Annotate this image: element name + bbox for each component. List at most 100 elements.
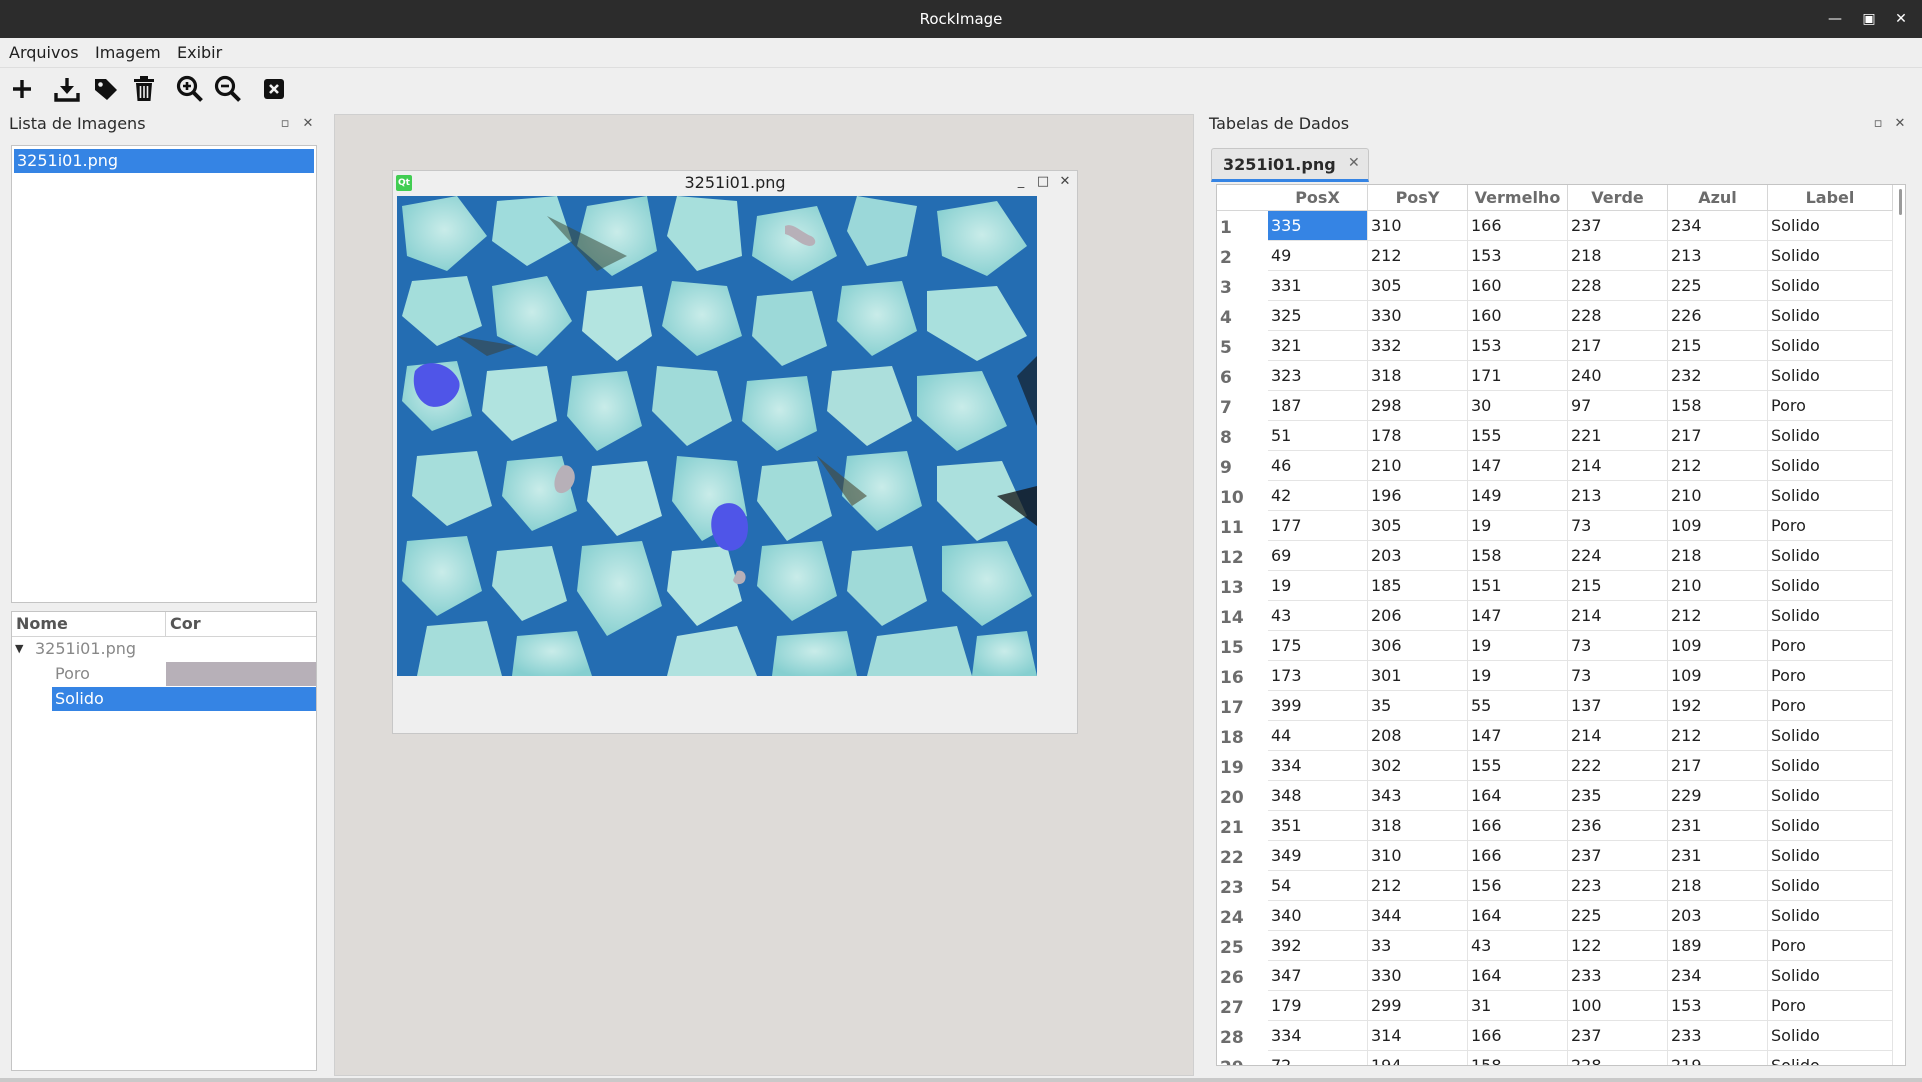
dock-close-icon[interactable]: ✕: [1892, 116, 1908, 132]
table-cell[interactable]: 166: [1468, 811, 1568, 841]
table-cell[interactable]: 42: [1268, 481, 1368, 511]
row-number[interactable]: 25: [1217, 931, 1267, 961]
table-cell[interactable]: 335: [1268, 211, 1368, 241]
table-cell[interactable]: 332: [1368, 331, 1468, 361]
table-cell[interactable]: 228: [1568, 301, 1668, 331]
menu-imagem[interactable]: Imagem: [95, 43, 161, 62]
table-cell[interactable]: 229: [1668, 781, 1768, 811]
table-cell[interactable]: Solido: [1768, 241, 1893, 271]
table-cell[interactable]: 237: [1568, 1021, 1668, 1051]
table-cell[interactable]: 179: [1268, 991, 1368, 1021]
tree-root-row[interactable]: ▼ 3251i01.png: [12, 637, 316, 661]
table-cell[interactable]: 49: [1268, 241, 1368, 271]
table-cell[interactable]: 19: [1468, 631, 1568, 661]
table-row[interactable]: 2972194158228219Solido: [1217, 1051, 1905, 1065]
table-cell[interactable]: Poro: [1768, 391, 1893, 421]
table-cell[interactable]: 340: [1268, 901, 1368, 931]
table-cell[interactable]: 232: [1668, 361, 1768, 391]
trash-icon[interactable]: [128, 73, 160, 105]
table-cell[interactable]: 109: [1668, 661, 1768, 691]
table-cell[interactable]: 223: [1568, 871, 1668, 901]
download-icon[interactable]: [51, 73, 83, 105]
table-cell[interactable]: 233: [1668, 1021, 1768, 1051]
table-cell[interactable]: Solido: [1768, 361, 1893, 391]
table-row[interactable]: 4 325 330 160 228 226 Solido: [1217, 301, 1905, 331]
row-number[interactable]: 28: [1217, 1021, 1267, 1051]
table-row[interactable]: 26 347 330 164 233 234 Solido: [1217, 961, 1905, 991]
table-row[interactable]: 17 399 35 55 137 192 Poro: [1217, 691, 1905, 721]
table-cell[interactable]: 43: [1468, 931, 1568, 961]
subwindow-close-icon[interactable]: ✕: [1057, 174, 1073, 190]
table-cell[interactable]: 151: [1468, 571, 1568, 601]
table-cell[interactable]: 233: [1568, 961, 1668, 991]
table-cell[interactable]: 234: [1668, 961, 1768, 991]
table-row[interactable]: 27 179 299 31 100 153 Poro: [1217, 991, 1905, 1021]
table-cell[interactable]: 19: [1468, 661, 1568, 691]
table-cell[interactable]: 210: [1668, 481, 1768, 511]
table-cell[interactable]: 158: [1468, 541, 1568, 571]
table-cell[interactable]: 109: [1668, 631, 1768, 661]
table-cell[interactable]: Solido: [1768, 901, 1893, 931]
menu-exibir[interactable]: Exibir: [177, 43, 222, 62]
table-cell[interactable]: 212: [1668, 451, 1768, 481]
row-number[interactable]: 5: [1217, 331, 1267, 361]
table-cell[interactable]: 334: [1268, 751, 1368, 781]
table-cell[interactable]: Solido: [1768, 271, 1893, 301]
table-cell[interactable]: 166: [1468, 1021, 1568, 1051]
table-cell[interactable]: 306: [1368, 631, 1468, 661]
table-cell[interactable]: Poro: [1768, 631, 1893, 661]
table-cell[interactable]: 210: [1668, 571, 1768, 601]
table-cell[interactable]: 305: [1368, 271, 1468, 301]
table-row[interactable]: 3 331 305 160 228 225 Solido: [1217, 271, 1905, 301]
table-cell[interactable]: 158: [1468, 1051, 1568, 1065]
table-cell[interactable]: 203: [1368, 541, 1468, 571]
table-cell[interactable]: 185: [1368, 571, 1468, 601]
column-header-azul[interactable]: Azul: [1668, 185, 1768, 211]
table-cell[interactable]: 155: [1468, 751, 1568, 781]
row-number[interactable]: 29: [1217, 1051, 1267, 1065]
tab-3251i01[interactable]: 3251i01.png ✕: [1211, 148, 1369, 182]
table-cell[interactable]: Solido: [1768, 961, 1893, 991]
table-cell[interactable]: 348: [1268, 781, 1368, 811]
table-cell[interactable]: 31: [1468, 991, 1568, 1021]
table-cell[interactable]: 221: [1568, 421, 1668, 451]
table-cell[interactable]: 392: [1268, 931, 1368, 961]
row-number[interactable]: 26: [1217, 961, 1267, 991]
row-number[interactable]: 23: [1217, 871, 1267, 901]
table-cell[interactable]: 236: [1568, 811, 1668, 841]
table-cell[interactable]: 97: [1568, 391, 1668, 421]
table-cell[interactable]: 109: [1668, 511, 1768, 541]
table-cell[interactable]: 212: [1368, 241, 1468, 271]
table-cell[interactable]: Solido: [1768, 571, 1893, 601]
row-number[interactable]: 11: [1217, 511, 1267, 541]
table-cell[interactable]: 164: [1468, 901, 1568, 931]
close-icon[interactable]: ✕: [1890, 8, 1912, 30]
row-number[interactable]: 8: [1217, 421, 1267, 451]
table-cell[interactable]: 164: [1468, 781, 1568, 811]
maximize-icon[interactable]: ▣: [1858, 8, 1880, 30]
table-cell[interactable]: Poro: [1768, 661, 1893, 691]
vertical-scrollbar[interactable]: [1899, 189, 1902, 215]
menu-arquivos[interactable]: Arquivos: [9, 43, 79, 62]
table-cell[interactable]: 19: [1268, 571, 1368, 601]
table-row[interactable]: 21 351 318 166 236 231 Solido: [1217, 811, 1905, 841]
table-cell[interactable]: 235: [1568, 781, 1668, 811]
table-cell[interactable]: 156: [1468, 871, 1568, 901]
subwindow-minimize-icon[interactable]: _: [1013, 174, 1029, 190]
table-cell[interactable]: 33: [1368, 931, 1468, 961]
table-row[interactable]: 5 321 332 153 217 215 Solido: [1217, 331, 1905, 361]
row-number[interactable]: 24: [1217, 901, 1267, 931]
table-cell[interactable]: 218: [1668, 871, 1768, 901]
table-cell[interactable]: 351: [1268, 811, 1368, 841]
table-cell[interactable]: 203: [1668, 901, 1768, 931]
table-cell[interactable]: 226: [1668, 301, 1768, 331]
table-cell[interactable]: 215: [1568, 571, 1668, 601]
table-cell[interactable]: 189: [1668, 931, 1768, 961]
close-square-icon[interactable]: [258, 73, 290, 105]
tag-icon[interactable]: [90, 73, 122, 105]
table-cell[interactable]: 196: [1368, 481, 1468, 511]
table-cell[interactable]: 222: [1568, 751, 1668, 781]
table-cell[interactable]: 228: [1568, 1051, 1668, 1065]
tree-item-poro[interactable]: Poro: [52, 662, 166, 686]
table-cell[interactable]: 218: [1568, 241, 1668, 271]
